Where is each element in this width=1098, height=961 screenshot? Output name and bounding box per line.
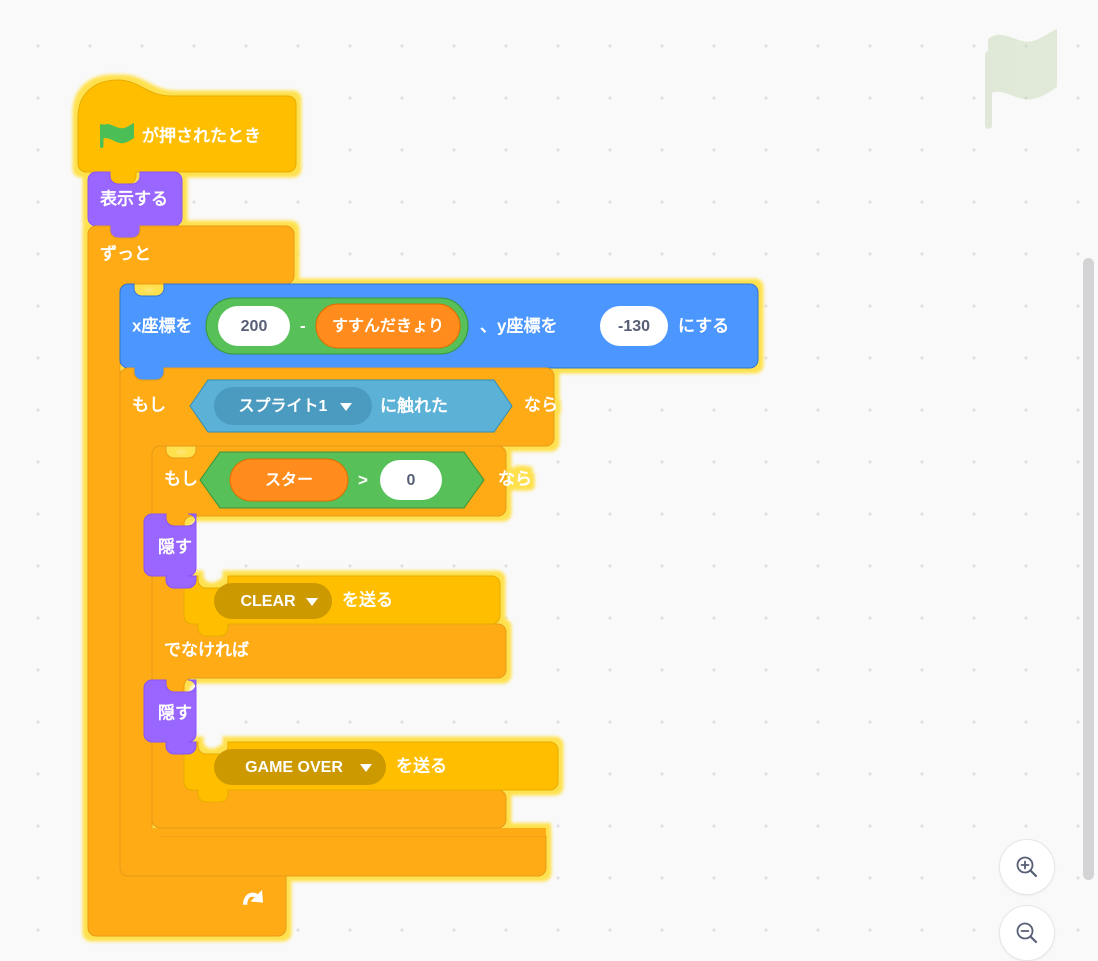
broadcast-clear-value: CLEAR bbox=[240, 593, 296, 610]
broadcast-game-over-dropdown[interactable]: GAME OVER bbox=[214, 749, 386, 785]
vertical-scrollbar[interactable] bbox=[1083, 258, 1094, 880]
hide-2-label: 隠す bbox=[158, 702, 192, 722]
operand-left-value: 200 bbox=[241, 318, 268, 335]
if-touching-label-if: もし bbox=[132, 395, 166, 414]
forever-label: ずっと bbox=[100, 244, 151, 263]
condition-touching-sprite1[interactable]: スプライト1 に触れた bbox=[189, 379, 513, 433]
broadcast-game-over-label: を送る bbox=[396, 755, 447, 775]
operand-left-input[interactable]: 200 bbox=[218, 306, 290, 346]
go-to-xy-label-set: にする bbox=[678, 316, 729, 335]
zoom-in-icon bbox=[1016, 856, 1038, 878]
condition-star-greater-than[interactable]: スター > 0 bbox=[199, 451, 485, 509]
variable-susunda-kyori-label: すすんだきょり bbox=[332, 317, 444, 335]
show-label: 表示する bbox=[100, 188, 168, 208]
when-flag-clicked-label: が押されたとき bbox=[142, 125, 261, 145]
script-glow-group: が押されたとき 表示する ずっと x座標を 200 - すすんだきょり 、y座標… bbox=[77, 79, 759, 937]
zoom-out-icon bbox=[1016, 922, 1038, 944]
zoom-out-button[interactable] bbox=[999, 905, 1055, 961]
broadcast-game-over-value: GAME OVER bbox=[245, 759, 343, 776]
variable-star[interactable]: スター bbox=[229, 458, 349, 502]
zoom-in-button[interactable] bbox=[999, 839, 1055, 895]
sprite-dropdown[interactable]: スプライト1 bbox=[214, 387, 372, 425]
green-flag-watermark-icon bbox=[985, 29, 1057, 129]
variable-susunda-kyori[interactable]: すすんだきょり bbox=[315, 303, 461, 349]
touching-label: に触れた bbox=[380, 395, 448, 415]
if-touching-label-then: なら bbox=[524, 395, 558, 414]
go-to-xy-label-x: x座標を bbox=[132, 315, 192, 335]
if-else-label-if: もし bbox=[164, 469, 198, 488]
comparison-symbol: > bbox=[358, 470, 368, 489]
comparison-right-value: 0 bbox=[407, 472, 416, 489]
block-go-to-xy[interactable]: x座標を 200 - すすんだきょり 、y座標を -130 にする bbox=[119, 283, 759, 381]
operator-symbol: - bbox=[300, 316, 306, 335]
hide-1-label: 隠す bbox=[158, 536, 192, 556]
if-else-label-else: でなければ bbox=[164, 640, 249, 659]
y-value: -130 bbox=[618, 318, 650, 335]
broadcast-clear-label: を送る bbox=[342, 589, 393, 609]
broadcast-clear-dropdown[interactable]: CLEAR bbox=[214, 583, 332, 619]
if-else-label-then: なら bbox=[498, 469, 532, 488]
sprite-dropdown-value: スプライト1 bbox=[239, 396, 328, 415]
script-stack[interactable]: が押されたとき 表示する ずっと x座標を 200 - すすんだきょり 、y座標… bbox=[77, 78, 798, 958]
go-to-xy-label-y: 、y座標を bbox=[480, 315, 557, 335]
y-value-input[interactable]: -130 bbox=[600, 306, 668, 346]
comparison-right-input[interactable]: 0 bbox=[380, 460, 442, 500]
variable-star-label: スター bbox=[265, 471, 313, 489]
block-workspace[interactable]: が押されたとき 表示する ずっと x座標を 200 - すすんだきょり 、y座標… bbox=[0, 0, 1098, 961]
block-when-flag-clicked[interactable]: が押されたとき bbox=[77, 79, 297, 185]
operator-subtract[interactable]: 200 - すすんだきょり bbox=[205, 297, 469, 355]
